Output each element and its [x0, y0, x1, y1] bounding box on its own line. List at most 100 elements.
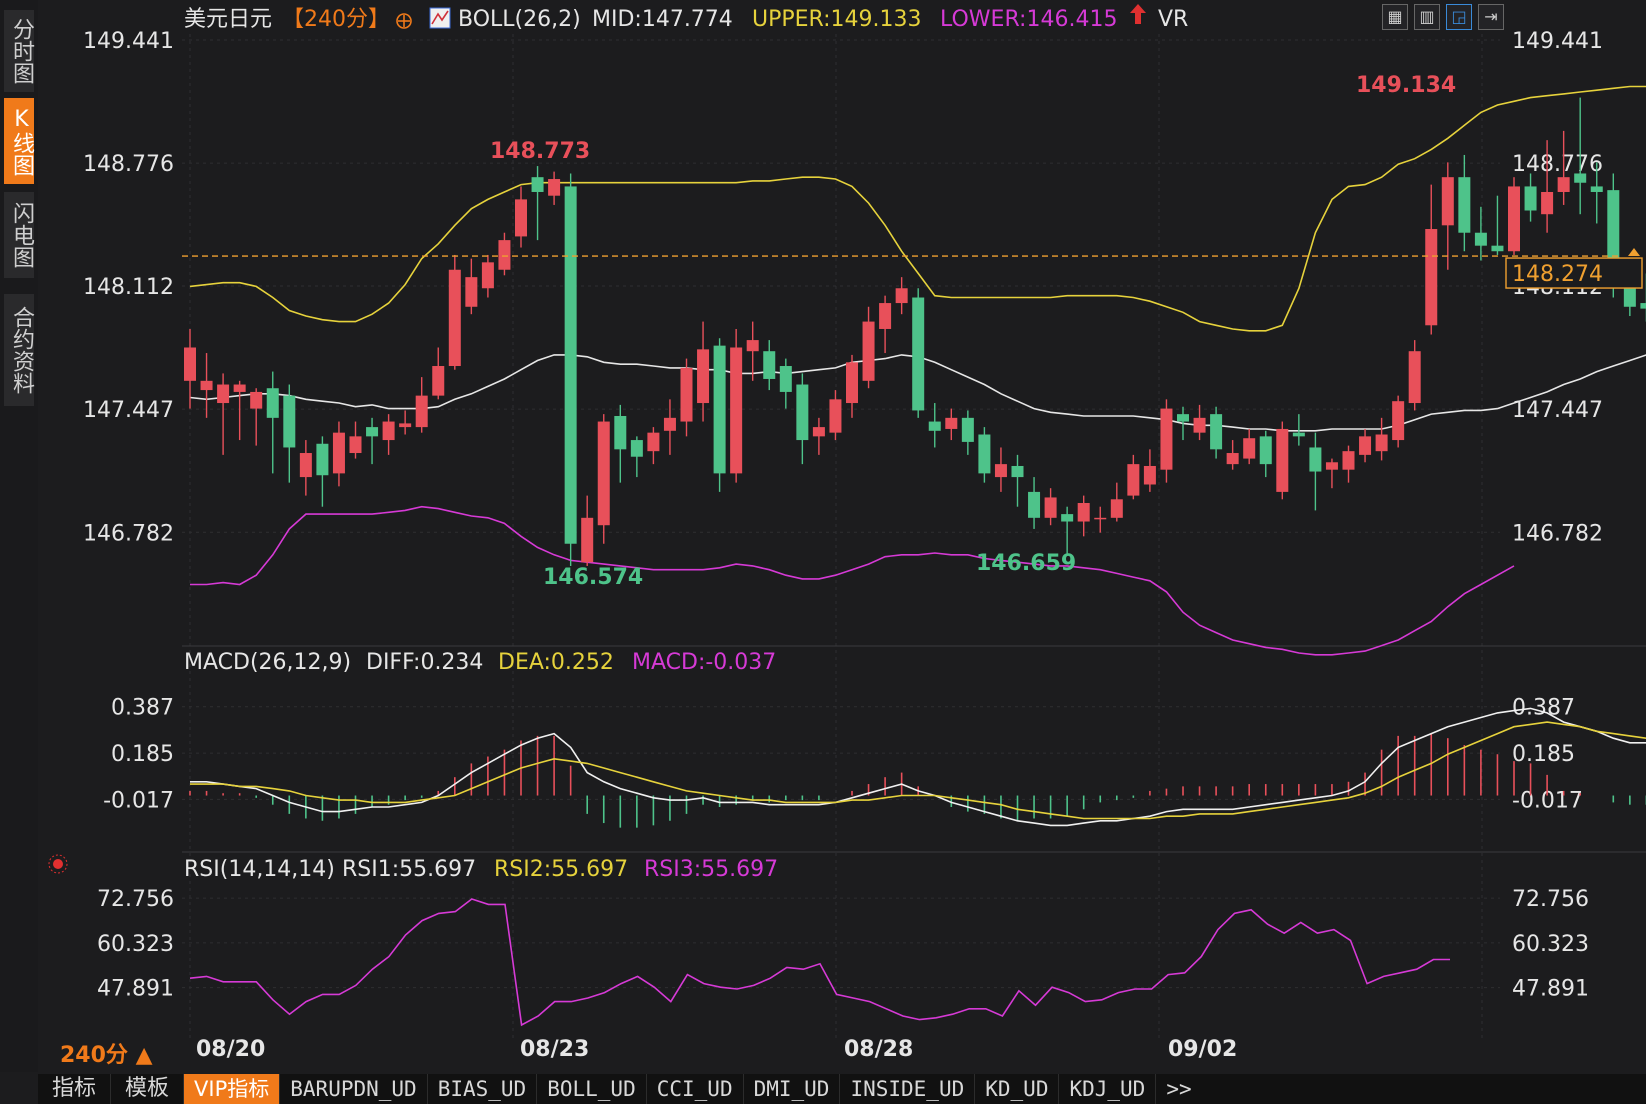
- candle-body: [1458, 177, 1471, 233]
- period-label[interactable]: 【240分】: [282, 7, 390, 32]
- candle-body: [1508, 186, 1520, 252]
- candle-body: [531, 177, 544, 192]
- rsi-y-tick-left: 60.323: [97, 932, 174, 957]
- candle-body: [1011, 465, 1024, 478]
- candle-body: [680, 367, 693, 422]
- vr-label[interactable]: VR: [1158, 7, 1188, 32]
- annotation-low1: 146.574: [543, 565, 643, 590]
- tab-bias[interactable]: BIAS_UD: [428, 1074, 538, 1104]
- candle-body: [663, 417, 676, 431]
- candle-body: [266, 388, 279, 418]
- candle-body: [846, 362, 858, 404]
- candle-body: [1359, 436, 1372, 455]
- candle-body: [1375, 434, 1388, 452]
- tab-templates[interactable]: 模板: [111, 1074, 185, 1104]
- candle-body: [1243, 438, 1256, 459]
- candle-body: [581, 517, 594, 563]
- current-price-label: 148.274: [1512, 262, 1603, 287]
- chart-grid: [182, 34, 1646, 1040]
- y-tick-label-left: 146.782: [83, 521, 174, 546]
- candle-body: [1193, 417, 1206, 433]
- candle-body: [515, 199, 527, 237]
- rsi2-value: RSI2:55.697: [494, 857, 628, 882]
- y-tick-label-right: 147.447: [1512, 398, 1603, 423]
- macd-pane: 0.387 0.3870.185 0.185-0.017 -0.017: [103, 696, 1646, 828]
- settings-icon[interactable]: [53, 859, 63, 869]
- tab-kd[interactable]: KD_UD: [975, 1074, 1060, 1104]
- x-tick-label: 08/23: [520, 1037, 589, 1062]
- tab-barupdn[interactable]: BARUPDN_UD: [280, 1074, 428, 1104]
- candle-body: [299, 453, 312, 478]
- candle-body: [1276, 428, 1289, 492]
- tab-dmi[interactable]: DMI_UD: [744, 1074, 841, 1104]
- rsi-y-tick-right: 47.891: [1512, 977, 1589, 1002]
- rsi-line: [189, 898, 1450, 1027]
- candle-body: [465, 277, 478, 307]
- candle-body: [250, 391, 263, 409]
- kline-chart[interactable]: 美元日元 【240分】 BOLL(26,2) MID:147.774 UPPER…: [0, 0, 1646, 1074]
- candle-body: [548, 179, 561, 196]
- annotation-high1: 148.773: [490, 139, 590, 164]
- candle-body: [448, 269, 461, 367]
- up-arrow-icon[interactable]: [1130, 4, 1146, 24]
- candle-body: [382, 421, 395, 441]
- candle-body: [994, 464, 1007, 478]
- candle-body: [1408, 351, 1421, 404]
- candle-body: [647, 432, 660, 452]
- candle-body: [961, 417, 974, 442]
- candle-body: [1127, 464, 1140, 496]
- grid-icon[interactable]: ▦: [1382, 4, 1408, 30]
- candle-body: [597, 421, 610, 526]
- candle-body: [283, 395, 296, 448]
- chart-icon[interactable]: ▥: [1414, 4, 1440, 30]
- tab-boll[interactable]: BOLL_UD: [537, 1074, 647, 1104]
- candle-body: [1177, 414, 1189, 422]
- exit-icon[interactable]: ⇥: [1478, 4, 1504, 30]
- tab-kdj[interactable]: KDJ_UD: [1059, 1074, 1157, 1104]
- candle-body: [630, 440, 643, 457]
- candle-body: [945, 417, 958, 429]
- candle-body: [481, 262, 494, 289]
- rsi-y-tick-right: 60.323: [1512, 932, 1589, 957]
- x-tick-label: 08/28: [844, 1037, 913, 1062]
- candle-body: [349, 436, 362, 454]
- y-tick-label-left: 148.776: [83, 152, 174, 177]
- rsi-name: RSI(14,14,14): [184, 857, 335, 882]
- candle-body: [432, 366, 445, 396]
- annotation-low2: 146.659: [976, 551, 1076, 576]
- tab-more[interactable]: >>: [1156, 1074, 1201, 1104]
- candle-body: [912, 297, 925, 411]
- tab-inside[interactable]: INSIDE_UD: [840, 1074, 976, 1104]
- indicator-tab-bar: 指标 模板 VIP指标 BARUPDN_UD BIAS_UD BOLL_UD C…: [38, 1074, 1646, 1104]
- candle-body: [796, 384, 809, 441]
- boll-lower: LOWER:146.415: [940, 7, 1117, 32]
- candle-body: [928, 421, 941, 431]
- candle-body: [415, 395, 428, 428]
- candle-body: [1425, 229, 1438, 326]
- candle-body: [1110, 499, 1123, 518]
- active-chart-icon[interactable]: ◲: [1446, 4, 1472, 30]
- tab-cci[interactable]: CCI_UD: [647, 1074, 744, 1104]
- macd-y-tick-left: 0.185: [111, 742, 174, 767]
- candle-body: [316, 443, 329, 476]
- boll-lower-line: [190, 505, 1515, 656]
- rsi3-value: RSI3:55.697: [644, 857, 778, 882]
- candle-body: [564, 186, 577, 544]
- candle-body: [895, 288, 908, 304]
- x-tick-label: 08/20: [196, 1037, 265, 1062]
- macd-name: MACD(26,12,9): [184, 650, 351, 675]
- candle-body: [332, 432, 345, 474]
- tab-vip-indicators[interactable]: VIP指标: [184, 1074, 281, 1104]
- candle-body: [829, 399, 842, 433]
- x-axis: 08/20 08/23 08/28 09/02: [196, 1037, 1237, 1062]
- rsi-y-tick-left: 47.891: [97, 977, 174, 1002]
- rsi-y-tick-left: 72.756: [97, 887, 174, 912]
- tab-indicators[interactable]: 指标: [38, 1074, 112, 1104]
- period-footer[interactable]: 240分 ▲: [60, 1043, 153, 1068]
- candle-body: [713, 345, 726, 474]
- candle-body: [779, 366, 792, 392]
- candle-body: [1210, 414, 1223, 450]
- y-tick-label-left: 148.112: [83, 275, 174, 300]
- candle-body: [1292, 432, 1305, 437]
- candle-body: [862, 321, 875, 381]
